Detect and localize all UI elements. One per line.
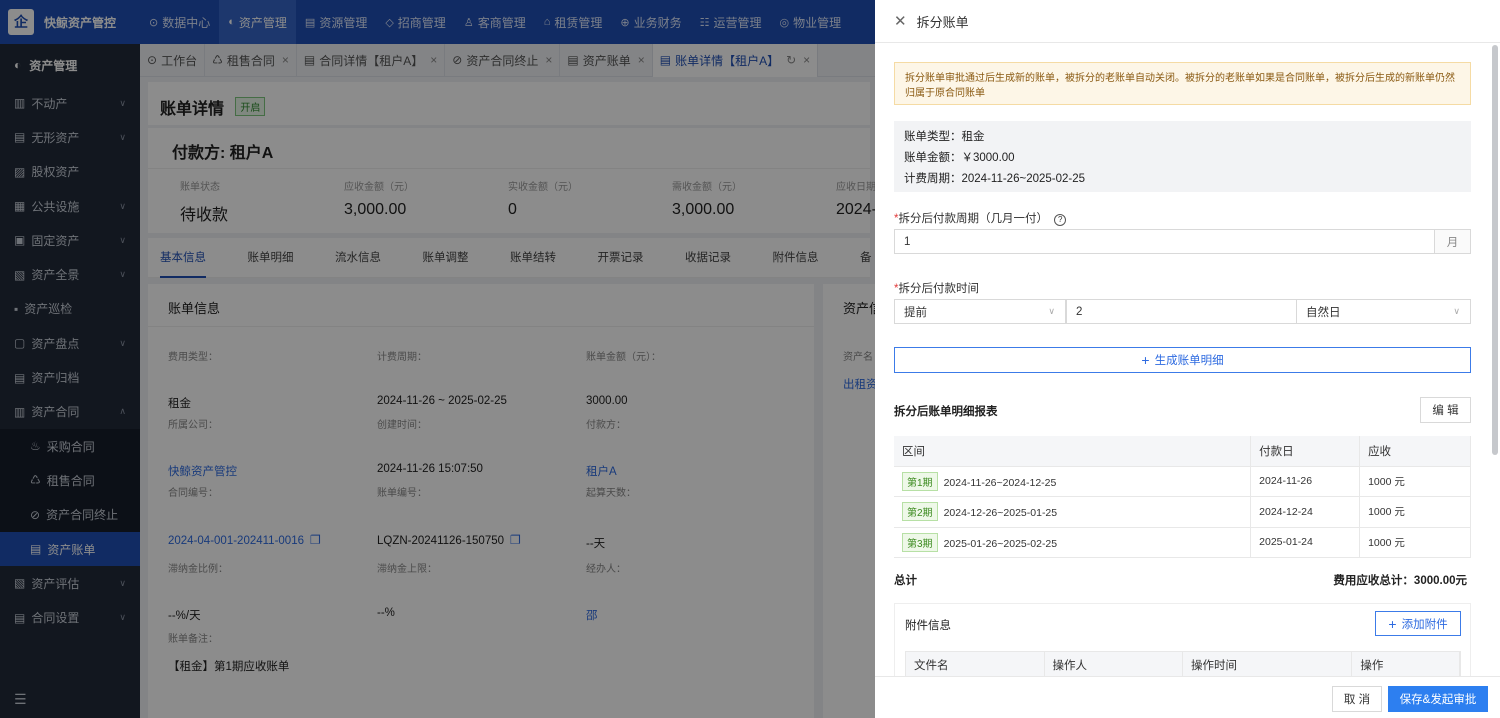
plus-icon: + [1141, 352, 1150, 368]
pay-date-cell: 2024-12-24 [1250, 496, 1361, 528]
time-unit-select[interactable]: 自然日 ∨ [1296, 299, 1471, 324]
add-attachment-button[interactable]: + 添加附件 [1375, 611, 1461, 636]
range-cell: 第2期 2024-12-26~2025-01-25 [894, 496, 1252, 528]
drawer-title: 拆分账单 [916, 14, 969, 30]
column-header: 付款日 [1250, 436, 1361, 467]
column-header: 应收 [1359, 436, 1471, 467]
drawer-header: ✕ 拆分账单 [875, 0, 1500, 43]
column-header: 区间 [894, 436, 1252, 467]
cancel-button[interactable]: 取 消 [1332, 686, 1382, 712]
summary-value: ￥3000.00 [961, 152, 1015, 164]
generate-details-button[interactable]: + 生成账单明细 [894, 347, 1471, 373]
chevron-down-icon: ∨ [1453, 306, 1460, 316]
summary-line: 账单类型：租金 [904, 127, 1461, 148]
help-icon[interactable]: ? [1054, 214, 1067, 226]
chevron-down-icon: ∨ [1048, 306, 1055, 316]
attachment-section: 附件信息 + 添加附件 文件名 操作人 操作时间 操作 [894, 603, 1471, 681]
range-cell: 第3期 2025-01-26~2025-02-25 [894, 527, 1252, 558]
summary-label: 账单类型： [904, 131, 962, 143]
range-text: 2025-01-26~2025-02-25 [943, 537, 1058, 550]
cycle-unit: 月 [1434, 229, 1471, 254]
pay-date-cell: 2024-11-26 [1250, 466, 1361, 497]
time-label: *拆分后付款时间 [894, 283, 979, 295]
summary-line: 账单金额：￥3000.00 [904, 148, 1461, 169]
attachment-title: 附件信息 [905, 620, 951, 632]
split-bill-drawer: ✕ 拆分账单 拆分账单审批通过后生成新的账单，被拆分的老账单自动关闭。被拆分的老… [875, 0, 1500, 718]
summary-label: 计费周期： [904, 173, 962, 185]
notice-banner: 拆分账单审批通过后生成新的账单，被拆分的老账单自动关闭。被拆分的老账单如果是合同… [894, 62, 1471, 105]
summary-line: 计费周期：2024-11-26~2025-02-25 [904, 169, 1461, 190]
amount-cell: 1000 元 [1359, 527, 1471, 558]
scrollbar[interactable] [1492, 45, 1498, 455]
total-label: 总计 [894, 575, 917, 587]
close-icon[interactable]: ✕ [894, 12, 907, 30]
table-row: 第3期 2025-01-26~2025-02-25 2025-01-24 1000 元 [894, 527, 1471, 558]
range-cell: 第1期 2024-11-26~2024-12-25 [894, 466, 1252, 497]
split-detail-table: 区间 付款日 应收 第1期 2024-11-26~2024-12-25 2024-11-… [894, 436, 1471, 558]
cycle-input[interactable]: 1 [894, 229, 1435, 254]
amount-cell: 1000 元 [1359, 466, 1471, 497]
summary-value: 2024-11-26~2025-02-25 [961, 173, 1086, 185]
edit-button[interactable]: 编 辑 [1420, 397, 1471, 423]
drawer-footer: 取 消 保存&发起审批 [875, 676, 1500, 718]
summary-label: 账单金额： [904, 152, 962, 164]
time-mode-select[interactable]: 提前 ∨ [894, 299, 1066, 324]
summary-value: 租金 [961, 131, 985, 143]
modal-overlay[interactable] [0, 0, 875, 718]
table-title: 拆分后账单明细报表 [894, 406, 998, 418]
period-badge: 第3期 [902, 532, 938, 552]
amount-cell: 1000 元 [1359, 496, 1471, 528]
table-row: 第2期 2024-12-26~2025-01-25 2024-12-24 1000 元 [894, 496, 1471, 528]
submit-approval-button[interactable]: 保存&发起审批 [1388, 686, 1488, 712]
bill-summary: 账单类型：租金 账单金额：￥3000.00 计费周期：2024-11-26~2025… [894, 121, 1471, 192]
time-number-input[interactable]: 2 [1066, 299, 1297, 324]
cycle-label: *拆分后付款周期（几月一付） ? [894, 210, 1067, 226]
period-badge: 第1期 [902, 471, 938, 491]
pay-date-cell: 2025-01-24 [1250, 527, 1361, 558]
total-value: 费用应收总计：3000.00元 [1333, 575, 1467, 587]
plus-icon: + [1388, 615, 1397, 632]
table-row: 第1期 2024-11-26~2024-12-25 2024-11-26 1000 元 [894, 466, 1471, 497]
range-text: 2024-12-26~2025-01-25 [943, 507, 1058, 520]
period-badge: 第2期 [902, 502, 938, 522]
range-text: 2024-11-26~2024-12-25 [943, 476, 1057, 489]
